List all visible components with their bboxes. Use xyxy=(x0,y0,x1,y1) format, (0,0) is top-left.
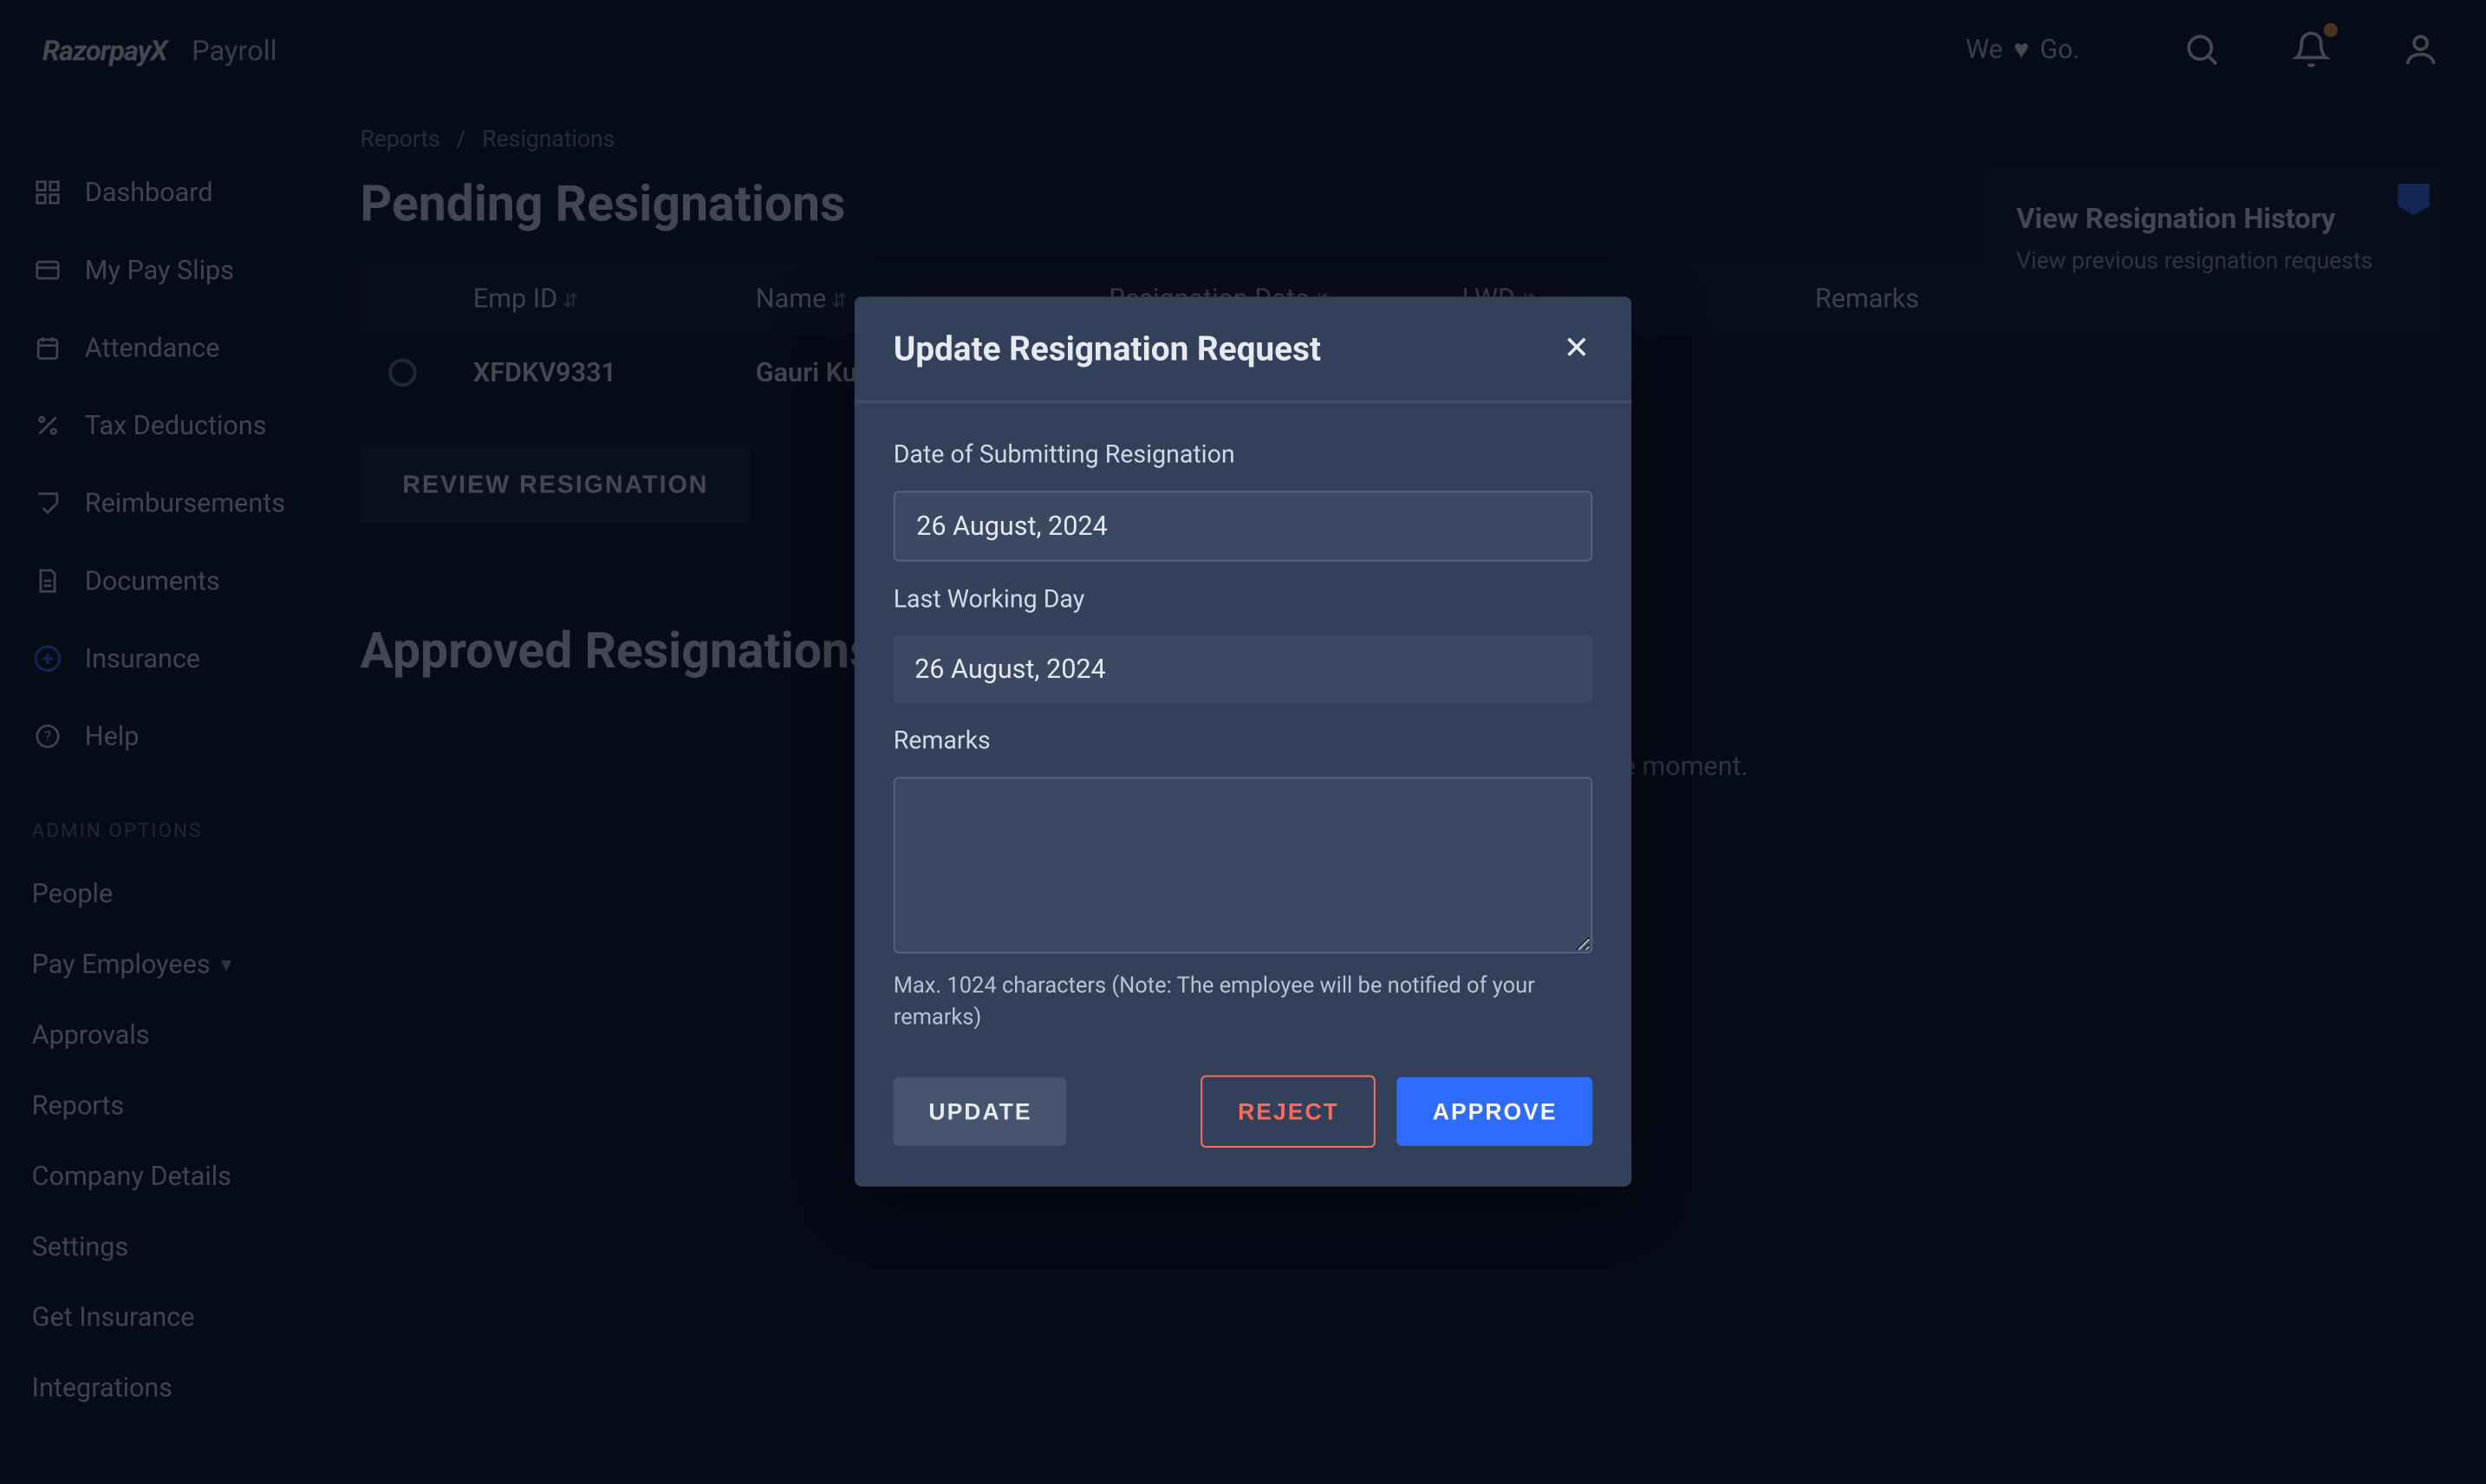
remarks-label: Remarks xyxy=(894,727,1593,756)
update-button[interactable]: UPDATE xyxy=(894,1077,1068,1146)
resignation-date-input[interactable] xyxy=(894,491,1593,561)
modal-title: Update Resignation Request xyxy=(894,329,1321,369)
remarks-textarea[interactable] xyxy=(894,777,1593,954)
last-working-day-field: 26 August, 2024 xyxy=(894,635,1593,702)
modal-overlay: Update Resignation Request ✕ Date of Sub… xyxy=(0,0,2486,1483)
approve-button[interactable]: APPROVE xyxy=(1397,1077,1592,1146)
close-icon[interactable]: ✕ xyxy=(1561,333,1593,365)
reject-button[interactable]: REJECT xyxy=(1201,1075,1376,1148)
date-label: Date of Submitting Resignation xyxy=(894,441,1593,470)
lwd-label: Last Working Day xyxy=(894,586,1593,615)
remarks-hint: Max. 1024 characters (Note: The employee… xyxy=(894,971,1593,1032)
update-resignation-modal: Update Resignation Request ✕ Date of Sub… xyxy=(855,296,1631,1187)
